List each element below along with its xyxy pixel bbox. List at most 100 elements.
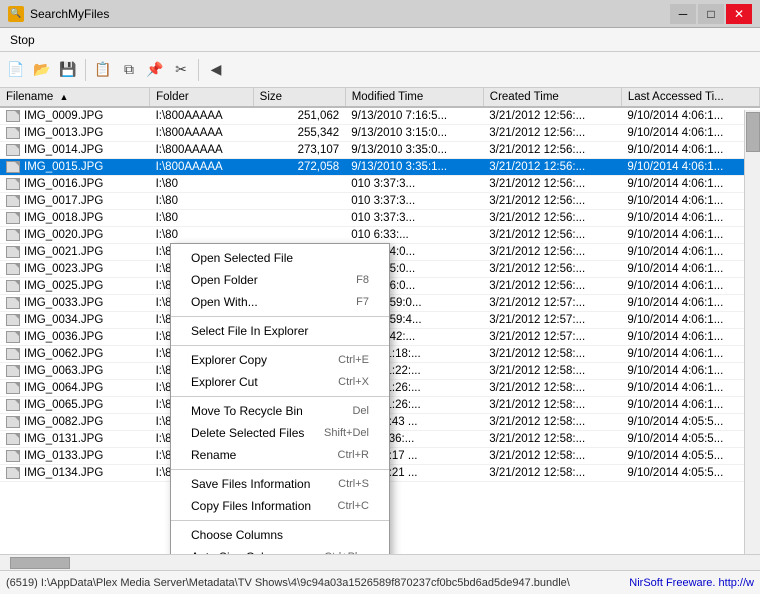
sort-arrow-filename: ▲ <box>60 92 69 102</box>
cell-created: 3/21/2012 12:56:... <box>483 244 621 261</box>
table-row[interactable]: IMG_0020.JPGI:\80010 6:33:...3/21/2012 1… <box>0 227 760 244</box>
table-row[interactable]: IMG_0017.JPGI:\80010 3:37:3...3/21/2012 … <box>0 193 760 210</box>
ctx-item-label: Rename <box>191 448 236 462</box>
scrollbar-thumb-v[interactable] <box>746 112 760 152</box>
table-row[interactable]: IMG_0016.JPGI:\80010 3:37:3...3/21/2012 … <box>0 176 760 193</box>
toolbar-new[interactable]: 📄 <box>4 58 28 82</box>
cell-accessed: 9/10/2014 4:06:1... <box>621 397 759 414</box>
context-menu-item[interactable]: Explorer CutCtrl+X <box>171 371 389 393</box>
context-menu-item[interactable]: Move To Recycle BinDel <box>171 400 389 422</box>
col-header-created[interactable]: Created Time <box>483 88 621 107</box>
ctx-item-label: Open Folder <box>191 273 258 287</box>
cell-accessed: 9/10/2014 4:06:1... <box>621 261 759 278</box>
vertical-scrollbar[interactable] <box>744 110 760 554</box>
file-icon <box>6 467 20 479</box>
context-menu-item[interactable]: Auto Size ColumnsCtrl+Plus <box>171 546 389 554</box>
cell-accessed: 9/10/2014 4:06:1... <box>621 142 759 159</box>
table-row[interactable]: IMG_0014.JPGI:\800AAAAA273,1079/13/2010 … <box>0 142 760 159</box>
context-menu: Open Selected File Open Folder F8 Open With… <box>170 243 390 554</box>
table-row[interactable]: IMG_0015.JPGI:\800AAAAA272,0589/13/2010 … <box>0 159 760 176</box>
menu-stop[interactable]: Stop <box>4 31 41 49</box>
ctx-item-shortcut: F8 <box>356 274 369 286</box>
filename-text: IMG_0062.JPG <box>24 348 103 360</box>
cell-created: 3/21/2012 12:57:... <box>483 312 621 329</box>
cell-filename: IMG_0034.JPG <box>0 312 130 328</box>
cell-filename: IMG_0009.JPG <box>0 108 130 124</box>
cell-filename: IMG_0063.JPG <box>0 363 130 379</box>
table-row[interactable]: IMG_0009.JPGI:\800AAAAA251,0629/13/2010 … <box>0 107 760 125</box>
cell-folder: I:\800AAAAA <box>150 125 254 142</box>
filename-text: IMG_0033.JPG <box>24 297 103 309</box>
toolbar-props[interactable]: 📋 <box>91 58 115 82</box>
cell-folder: I:\80 <box>150 176 254 193</box>
cell-filename: IMG_0033.JPG <box>0 295 130 311</box>
file-icon <box>6 178 20 190</box>
toolbar-save[interactable]: 💾 <box>56 58 80 82</box>
cell-modified: 9/13/2010 3:35:0... <box>345 142 483 159</box>
file-icon <box>6 331 20 343</box>
filename-text: IMG_0016.JPG <box>24 178 103 190</box>
filename-text: IMG_0023.JPG <box>24 263 103 275</box>
toolbar-open[interactable]: 📂 <box>30 58 54 82</box>
horizontal-scrollbar[interactable] <box>0 554 760 570</box>
status-left: (6519) I:\AppData\Plex Media Server\Meta… <box>6 577 570 589</box>
toolbar-separator-1 <box>85 59 86 81</box>
cell-created: 3/21/2012 12:58:... <box>483 346 621 363</box>
cell-created: 3/21/2012 12:58:... <box>483 380 621 397</box>
file-icon <box>6 297 20 309</box>
file-icon <box>6 314 20 326</box>
context-menu-item[interactable]: Save Files InformationCtrl+S <box>171 473 389 495</box>
cell-accessed: 9/10/2014 4:06:1... <box>621 193 759 210</box>
cell-accessed: 9/10/2014 4:06:1... <box>621 210 759 227</box>
filename-text: IMG_0134.JPG <box>24 467 103 479</box>
file-icon <box>6 195 20 207</box>
toolbar-copy[interactable]: ⧉ <box>117 58 141 82</box>
close-button[interactable]: ✕ <box>726 4 752 24</box>
toolbar-cut[interactable]: ✂ <box>169 58 193 82</box>
maximize-button[interactable]: □ <box>698 4 724 24</box>
ctx-item-shortcut: Ctrl+S <box>338 478 369 490</box>
cell-filename: IMG_0082.JPG <box>0 414 130 430</box>
title-bar-left: 🔍 SearchMyFiles <box>8 6 109 22</box>
col-header-size[interactable]: Size <box>253 88 345 107</box>
col-header-accessed[interactable]: Last Accessed Ti... <box>621 88 759 107</box>
cell-size <box>253 193 345 210</box>
toolbar-paste[interactable]: 📌 <box>143 58 167 82</box>
filename-text: IMG_0082.JPG <box>24 416 103 428</box>
toolbar-back[interactable]: ◀ <box>204 58 228 82</box>
table-row[interactable]: IMG_0018.JPGI:\80010 3:37:3...3/21/2012 … <box>0 210 760 227</box>
cell-accessed: 9/10/2014 4:06:1... <box>621 346 759 363</box>
filename-text: IMG_0018.JPG <box>24 212 103 224</box>
scrollbar-thumb-h[interactable] <box>10 557 70 569</box>
filename-text: IMG_0013.JPG <box>24 127 103 139</box>
context-menu-item[interactable]: Delete Selected FilesShift+Del <box>171 422 389 444</box>
cell-created: 3/21/2012 12:56:... <box>483 176 621 193</box>
context-menu-item[interactable]: Explorer CopyCtrl+E <box>171 349 389 371</box>
context-menu-item[interactable]: Open Selected File <box>171 247 389 269</box>
col-header-filename[interactable]: Filename ▲ <box>0 88 150 107</box>
window-controls: ─ □ ✕ <box>670 4 752 24</box>
cell-created: 3/21/2012 12:56:... <box>483 107 621 125</box>
cell-accessed: 9/10/2014 4:06:1... <box>621 295 759 312</box>
context-menu-item[interactable]: RenameCtrl+R <box>171 444 389 466</box>
col-header-folder[interactable]: Folder <box>150 88 254 107</box>
cell-created: 3/21/2012 12:58:... <box>483 414 621 431</box>
minimize-button[interactable]: ─ <box>670 4 696 24</box>
table-row[interactable]: IMG_0013.JPGI:\800AAAAA255,3429/13/2010 … <box>0 125 760 142</box>
ctx-item-label: Explorer Copy <box>191 353 267 367</box>
context-menu-item[interactable]: Copy Files InformationCtrl+C <box>171 495 389 517</box>
filename-text: IMG_0014.JPG <box>24 144 103 156</box>
context-menu-item[interactable]: Open With...F7 <box>171 291 389 313</box>
context-menu-item[interactable]: Open Folder F8 <box>171 269 389 291</box>
cell-accessed: 9/10/2014 4:06:1... <box>621 107 759 125</box>
cell-accessed: 9/10/2014 4:06:1... <box>621 278 759 295</box>
cell-modified: 010 3:37:3... <box>345 210 483 227</box>
ctx-item-shortcut: Ctrl+C <box>338 500 369 512</box>
context-menu-item[interactable]: Choose Columns <box>171 524 389 546</box>
context-menu-item[interactable]: Select File In Explorer <box>171 320 389 342</box>
cell-filename: IMG_0015.JPG <box>0 159 130 175</box>
cell-size <box>253 210 345 227</box>
window-title: SearchMyFiles <box>30 7 109 21</box>
status-right[interactable]: NirSoft Freeware. http://w <box>629 577 754 589</box>
col-header-modified[interactable]: Modified Time <box>345 88 483 107</box>
